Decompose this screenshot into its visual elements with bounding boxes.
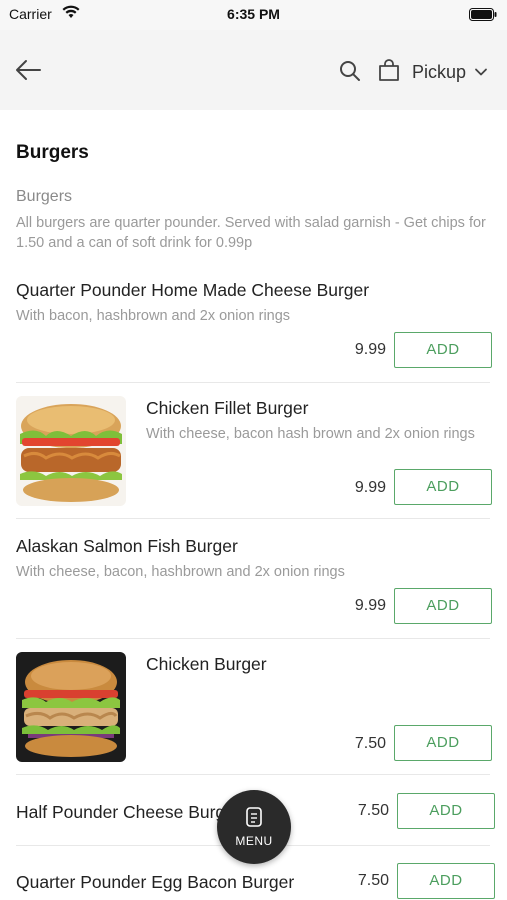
item-description: With bacon, hashbrown and 2x onion rings [16, 308, 291, 324]
divider [16, 382, 490, 383]
category-name: Burgers [16, 188, 73, 205]
menu-card-icon [246, 807, 262, 827]
item-price: 9.99 [354, 479, 386, 496]
divider [16, 774, 490, 775]
status-time: 6:35 PM [227, 6, 280, 22]
item-name: Quarter Pounder Home Made Cheese Burger [16, 280, 370, 300]
order-mode-label: Pickup [412, 61, 467, 82]
item-name: Chicken Fillet Burger [146, 398, 309, 418]
item-price: 7.50 [357, 872, 389, 889]
item-description: With cheese, bacon hash brown and 2x oni… [146, 426, 475, 442]
section-title: Burgers [16, 142, 89, 163]
menu-item[interactable]: Quarter Pounder Home Made Cheese Burger … [0, 280, 507, 382]
divider [16, 518, 490, 519]
menu-item[interactable]: Quarter Pounder Egg Bacon Burger 7.50 AD… [0, 860, 507, 900]
shopping-bag-icon[interactable] [378, 58, 400, 82]
item-price: 7.50 [357, 802, 389, 819]
divider [16, 638, 490, 639]
item-name: Quarter Pounder Egg Bacon Burger [16, 872, 295, 892]
category-description: All burgers are quarter pounder. Served … [16, 215, 486, 251]
item-description: With cheese, bacon, hashbrown and 2x oni… [16, 564, 345, 580]
add-button[interactable]: ADD [394, 469, 492, 505]
chevron-down-icon [475, 68, 487, 76]
item-price: 9.99 [354, 597, 386, 614]
menu-item[interactable]: Chicken Fillet Burger With cheese, bacon… [0, 394, 507, 518]
nav-bar: Pickup [0, 30, 507, 110]
chicken-burger-image [16, 652, 126, 762]
item-name: Chicken Burger [146, 654, 267, 674]
add-button[interactable]: ADD [397, 863, 495, 899]
back-arrow-icon[interactable] [14, 58, 42, 82]
menu-fab-button[interactable]: MENU [217, 790, 291, 864]
add-button[interactable]: ADD [397, 793, 495, 829]
item-price: 9.99 [354, 341, 386, 358]
item-name: Alaskan Salmon Fish Burger [16, 536, 238, 556]
add-button[interactable]: ADD [394, 332, 492, 368]
item-name: Half Pounder Cheese Burger [16, 802, 241, 822]
add-button[interactable]: ADD [394, 588, 492, 624]
menu-item[interactable]: Alaskan Salmon Fish Burger With cheese, … [0, 536, 507, 638]
battery-icon [469, 8, 497, 21]
item-price: 7.50 [354, 735, 386, 752]
search-icon[interactable] [338, 59, 362, 83]
chicken-fillet-burger-image [16, 396, 126, 506]
add-button[interactable]: ADD [394, 725, 492, 761]
menu-fab-label: MENU [235, 834, 273, 848]
order-mode-dropdown[interactable]: Pickup [412, 60, 488, 84]
status-bar: Carrier 6:35 PM [0, 0, 507, 30]
menu-item[interactable]: Chicken Burger 7.50 ADD [0, 650, 507, 774]
